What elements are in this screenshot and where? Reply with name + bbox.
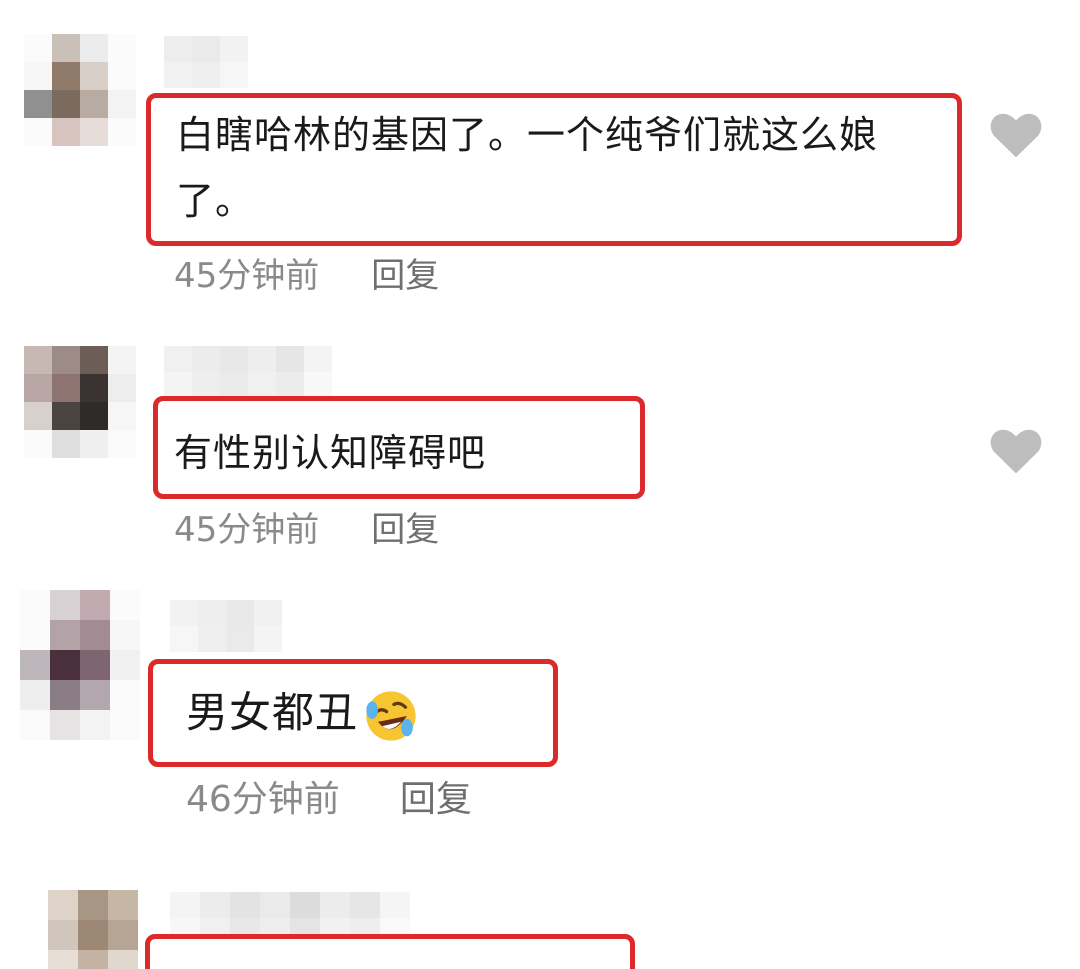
comment-item: 白瞎哈林的基因了。一个纯爷们就这么娘了。 45分钟前 回复 — [0, 0, 1080, 310]
comment-time: 45分钟前 — [174, 256, 320, 296]
username[interactable] — [170, 600, 338, 652]
comment-meta: 45分钟前 回复 — [174, 248, 439, 297]
comment-text: 有性别认知障碍吧 — [174, 431, 487, 475]
avatar[interactable] — [24, 346, 136, 458]
rolling-on-floor-laughing-icon — [366, 690, 416, 741]
avatar[interactable] — [48, 890, 138, 969]
reply-button[interactable]: 回复 — [371, 510, 439, 550]
like-heart-icon[interactable] — [988, 108, 1044, 160]
reply-button[interactable]: 回复 — [371, 256, 439, 296]
like-heart-icon[interactable] — [988, 424, 1044, 476]
comment-meta: 45分钟前 回复 — [174, 502, 439, 551]
comment-text: 男女都丑 — [186, 680, 526, 746]
comment-meta: 46分钟前 回复 — [186, 770, 472, 822]
comment-time: 45分钟前 — [174, 510, 320, 550]
comment-text: 白瞎哈林的基因了。一个纯爷们就这么娘了。 — [176, 113, 879, 223]
avatar[interactable] — [24, 34, 136, 146]
username[interactable] — [164, 36, 332, 88]
highlight-box — [145, 934, 635, 969]
comment-item: 有性别认知障碍吧 45分钟前 回复 — [0, 310, 1080, 570]
reply-button[interactable]: 回复 — [400, 779, 472, 820]
username[interactable] — [164, 346, 332, 398]
avatar[interactable] — [20, 590, 140, 740]
comment-time: 46分钟前 — [186, 779, 340, 820]
comment-text-content: 男女都丑 — [186, 688, 359, 737]
comment-item — [0, 870, 1080, 969]
comment-item: 男女都丑 46分钟前 回复 — [0, 570, 1080, 870]
